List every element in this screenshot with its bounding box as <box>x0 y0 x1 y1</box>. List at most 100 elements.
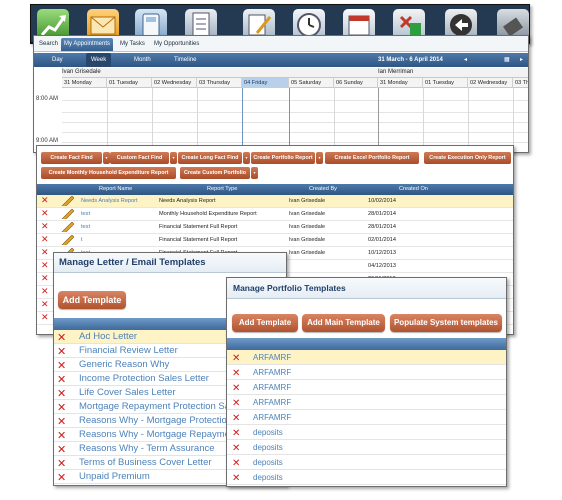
custom-portfolio-dropdown[interactable]: ▾ <box>251 167 258 179</box>
view-day[interactable]: Day <box>52 53 63 67</box>
delete-icon[interactable]: ✕ <box>57 345 66 358</box>
view-week[interactable]: Week <box>86 53 112 67</box>
template-link[interactable]: deposits <box>253 455 283 470</box>
delete-icon[interactable]: ✕ <box>232 458 240 469</box>
table-row[interactable]: ✕ test Financial Statement Full Report I… <box>37 221 513 234</box>
delete-icon[interactable]: ✕ <box>41 195 49 208</box>
day-header[interactable]: 31 Monday <box>62 78 107 88</box>
template-link[interactable]: Generic Reason Why <box>79 358 169 372</box>
delete-icon[interactable]: ✕ <box>57 401 66 414</box>
list-item[interactable]: ✕ ARFAMRF <box>227 395 506 410</box>
day-header[interactable]: 01 Tuesday <box>423 78 468 88</box>
delete-icon[interactable]: ✕ <box>232 368 240 379</box>
delete-icon[interactable]: ✕ <box>57 457 66 470</box>
list-item[interactable]: ✕ ARFAMRF <box>227 350 506 365</box>
day-header-today[interactable]: 04 Friday <box>242 78 289 88</box>
report-name-link[interactable]: test <box>81 208 90 221</box>
create-long-fact-find-button[interactable]: Create Long Fact Find <box>178 152 242 164</box>
template-link[interactable]: Unpaid Premium <box>79 470 150 484</box>
template-link[interactable]: ARFAMRF <box>253 350 291 365</box>
column-header[interactable]: Created On <box>399 184 428 195</box>
template-link[interactable]: Income Protection Sales Letter <box>79 372 209 386</box>
column-header[interactable]: Report Name <box>99 184 132 195</box>
portfolio-report-dropdown[interactable]: ▾ <box>316 152 323 164</box>
list-item[interactable]: ✕ ARFAMRF <box>227 410 506 425</box>
delete-icon[interactable]: ✕ <box>41 247 49 260</box>
delete-icon[interactable]: ✕ <box>232 413 240 424</box>
template-link[interactable]: Mortgage Repayment Protection Sa <box>79 400 230 414</box>
template-link[interactable]: deposits <box>253 425 283 440</box>
delete-icon[interactable]: ✕ <box>232 353 240 364</box>
delete-icon[interactable]: ✕ <box>41 208 49 221</box>
create-monthly-household-expenditure-report-button[interactable]: Create Monthly Household Expenditure Rep… <box>41 167 176 179</box>
view-month[interactable]: Month <box>134 53 151 67</box>
prev-arrow-icon[interactable]: ◂ <box>464 53 467 67</box>
delete-icon[interactable]: ✕ <box>232 443 240 454</box>
delete-icon[interactable]: ✕ <box>41 260 49 273</box>
edit-pencil-icon[interactable] <box>61 222 74 232</box>
delete-icon[interactable]: ✕ <box>57 415 66 428</box>
edit-pencil-icon[interactable] <box>61 196 74 206</box>
create-custom-portfolio-button[interactable]: Create Custom Portfolio <box>180 167 250 179</box>
tab-my-appointments[interactable]: My Appointments <box>61 38 114 51</box>
create-excel-portfolio-report-button[interactable]: Create Excel Portfolio Report <box>325 152 419 164</box>
list-item[interactable]: ✕ ARFAMRF <box>227 380 506 395</box>
create-portfolio-report-button[interactable]: Create Portfolio Report <box>251 152 315 164</box>
template-link[interactable]: ARFAMRF <box>253 410 291 425</box>
edit-pencil-icon[interactable] <box>61 235 74 245</box>
template-link[interactable]: Terms of Business Cover Letter <box>79 456 212 470</box>
next-arrow-icon[interactable]: ▸ <box>520 53 523 67</box>
day-header[interactable]: 02 Wednesday <box>152 78 197 88</box>
create-fact-find-button[interactable]: Create Fact Find <box>41 152 102 164</box>
list-item[interactable]: ✕ deposits <box>227 425 506 440</box>
report-name-link[interactable]: test <box>81 221 90 234</box>
template-link[interactable]: ARFAMRF <box>253 395 291 410</box>
day-header[interactable]: 31 Monday <box>378 78 423 88</box>
delete-icon[interactable]: ✕ <box>57 359 66 372</box>
column-header[interactable]: Report Type <box>207 184 237 195</box>
add-main-template-button[interactable]: Add Main Template <box>302 314 385 332</box>
list-item[interactable]: ✕ deposits <box>227 470 506 485</box>
report-name-link[interactable]: Needs Analysis Report <box>81 195 138 208</box>
day-header[interactable]: 02 Wednesday <box>468 78 513 88</box>
delete-icon[interactable]: ✕ <box>41 221 49 234</box>
template-link[interactable]: deposits <box>253 440 283 455</box>
column-header[interactable]: Created By <box>309 184 337 195</box>
table-row[interactable]: ✕ Needs Analysis Report Needs Analysis R… <box>37 195 513 208</box>
list-item[interactable]: ✕ deposits <box>227 455 506 470</box>
delete-icon[interactable]: ✕ <box>57 331 66 344</box>
delete-icon[interactable]: ✕ <box>41 273 49 286</box>
delete-icon[interactable]: ✕ <box>57 373 66 386</box>
table-row[interactable]: ✕ test Monthly Household Expenditure Rep… <box>37 208 513 221</box>
tab-my-opportunities[interactable]: My Opportunities <box>151 38 202 51</box>
delete-icon[interactable]: ✕ <box>57 471 66 484</box>
tab-search[interactable]: Search <box>36 38 61 51</box>
delete-icon[interactable]: ✕ <box>232 428 240 439</box>
day-header[interactable]: 01 Tuesday <box>107 78 152 88</box>
delete-icon[interactable]: ✕ <box>57 429 66 442</box>
fact-find-dropdown[interactable]: ▾ <box>103 152 110 164</box>
delete-icon[interactable]: ✕ <box>232 473 240 484</box>
day-header[interactable]: 05 Saturday <box>289 78 334 88</box>
delete-icon[interactable]: ✕ <box>41 299 49 312</box>
report-name-link[interactable]: t <box>81 234 83 247</box>
template-link[interactable]: Life Cover Sales Letter <box>79 386 176 400</box>
delete-icon[interactable]: ✕ <box>41 286 49 299</box>
calendar-picker-icon[interactable]: ▦ <box>504 53 510 67</box>
delete-icon[interactable]: ✕ <box>41 234 49 247</box>
custom-fact-find-dropdown[interactable]: ▾ <box>170 152 177 164</box>
delete-icon[interactable]: ✕ <box>232 398 240 409</box>
delete-icon[interactable]: ✕ <box>232 383 240 394</box>
list-item[interactable]: ✕ deposits <box>227 440 506 455</box>
add-template-button[interactable]: Add Template <box>232 314 298 332</box>
populate-system-templates-button[interactable]: Populate System templates <box>390 314 502 332</box>
template-link[interactable]: ARFAMRF <box>253 380 291 395</box>
template-link[interactable]: Financial Review Letter <box>79 344 178 358</box>
template-link[interactable]: Reasons Why - Mortgage Repayme <box>79 428 230 442</box>
delete-icon[interactable]: ✕ <box>57 443 66 456</box>
long-fact-find-dropdown[interactable]: ▾ <box>243 152 250 164</box>
list-item[interactable]: ✕ ARFAMRF <box>227 365 506 380</box>
template-link[interactable]: Reasons Why - Mortgage Protectio <box>79 414 227 428</box>
custom-fact-find-button[interactable]: Custom Fact Find <box>110 152 169 164</box>
template-link[interactable]: ARFAMRF <box>253 365 291 380</box>
